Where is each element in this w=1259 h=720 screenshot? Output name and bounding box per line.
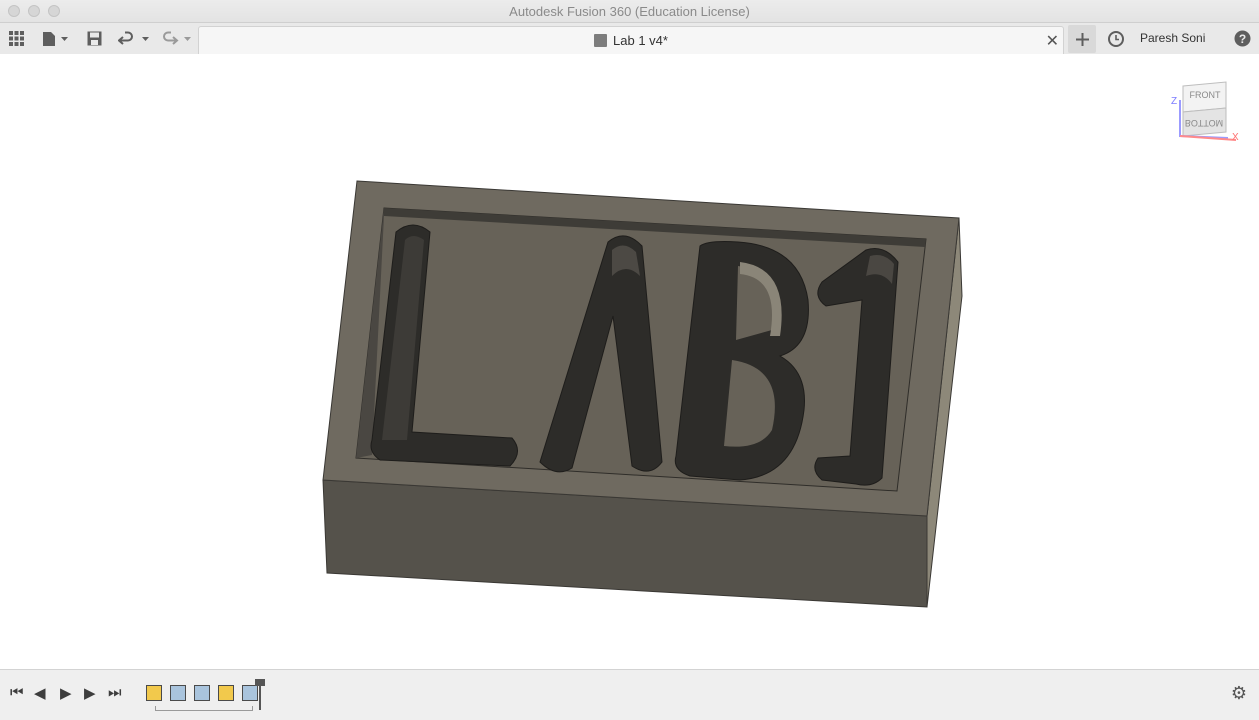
document-icon bbox=[594, 34, 608, 47]
clock-icon[interactable] bbox=[1106, 23, 1126, 54]
viewcube-front-label: FRONT bbox=[1189, 90, 1221, 100]
go-to-end-icon[interactable]: ⏭ bbox=[108, 684, 122, 701]
file-icon bbox=[43, 31, 68, 46]
settings-gear-icon[interactable]: ⚙ bbox=[1231, 683, 1247, 704]
viewcube-bottom-label: BOTTOM bbox=[1184, 118, 1224, 128]
undo-icon[interactable] bbox=[117, 23, 153, 54]
axis-z-label: Z bbox=[1171, 96, 1178, 107]
save-icon[interactable] bbox=[85, 23, 103, 54]
timeline-marker-head[interactable] bbox=[255, 679, 265, 686]
viewcube[interactable]: FRONT BOTTOM Z X bbox=[1168, 76, 1244, 148]
canvas-viewport[interactable]: FRONT BOTTOM Z X bbox=[0, 54, 1259, 669]
tab-title: Lab 1 v4* bbox=[613, 33, 668, 48]
step-back-icon[interactable]: ◀ bbox=[34, 684, 46, 702]
plus-icon[interactable] bbox=[1068, 25, 1096, 53]
model-view[interactable] bbox=[0, 54, 1259, 669]
tab-title-container: Lab 1 v4* bbox=[199, 33, 1063, 48]
window-title-bar: Autodesk Fusion 360 (Education License) bbox=[0, 0, 1259, 23]
timeline-bar: ⏮ ◀ ▶ ▶ ⏭ ⚙ bbox=[0, 669, 1259, 720]
timeline-sketch-icon[interactable] bbox=[146, 685, 162, 701]
timeline-sketch-icon[interactable] bbox=[218, 685, 234, 701]
play-icon[interactable]: ▶ bbox=[60, 684, 72, 702]
axis-x-label: X bbox=[1232, 132, 1239, 143]
window-title: Autodesk Fusion 360 (Education License) bbox=[509, 4, 750, 19]
step-forward-icon[interactable]: ▶ bbox=[84, 684, 96, 702]
close-icon[interactable]: ✕ bbox=[1046, 31, 1059, 51]
grid-icon[interactable] bbox=[6, 23, 26, 54]
go-to-start-icon[interactable]: ⏮ bbox=[10, 684, 24, 701]
help-icon[interactable]: ? bbox=[1232, 23, 1252, 54]
redo-icon[interactable] bbox=[159, 23, 195, 54]
timeline-extrude-icon[interactable] bbox=[242, 685, 258, 701]
timeline-extrude-icon[interactable] bbox=[194, 685, 210, 701]
svg-text:?: ? bbox=[1238, 32, 1245, 46]
timeline-extrude-icon[interactable] bbox=[170, 685, 186, 701]
timeline-link-line bbox=[155, 706, 253, 711]
user-name[interactable]: Paresh Soni bbox=[1140, 31, 1205, 45]
application-toolbar: Lab 1 v4* ✕ Paresh Soni ? bbox=[0, 23, 1259, 55]
tab-document[interactable]: Lab 1 v4* ✕ bbox=[198, 26, 1064, 54]
file-menu-button[interactable] bbox=[39, 23, 71, 54]
